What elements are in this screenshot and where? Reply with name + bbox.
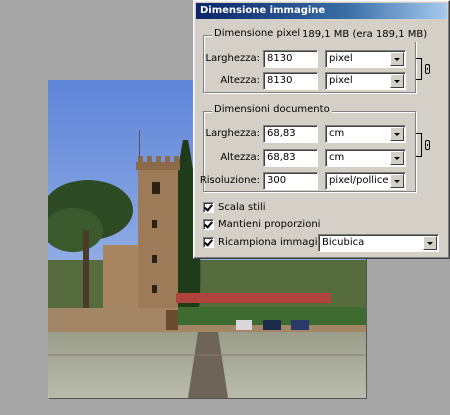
doc-width-unit-value: cm — [329, 128, 345, 139]
pixel-link-bracket — [416, 58, 422, 80]
pixel-width-label: Larghezza: — [205, 53, 260, 64]
resample-label: Ricampiona immagine: — [218, 237, 334, 248]
dialog-title[interactable]: Dimensione immagine — [196, 3, 447, 19]
doc-height-unit-select[interactable]: cm — [325, 149, 406, 167]
constrain-proportions-label: Mantieni proporzioni — [218, 219, 321, 230]
document-dimensions-label: Dimensioni documento — [212, 104, 332, 115]
pixel-width-input[interactable]: 8130 — [263, 50, 318, 68]
resample-method-select[interactable]: Bicubica — [318, 234, 439, 252]
chain-link-icon — [425, 64, 430, 74]
constrain-proportions-checkbox[interactable] — [203, 219, 214, 230]
pixel-dimensions-label: Dimensione pixel: — [212, 28, 306, 39]
resample-method-value: Bicubica — [322, 237, 365, 248]
pixel-height-unit-select[interactable]: pixel — [325, 72, 406, 90]
chevron-down-icon[interactable] — [390, 127, 404, 141]
pixel-height-label: Altezza: — [220, 75, 260, 86]
pixel-size-text: 189,1 MB (era 189,1 MB) — [300, 28, 430, 42]
resolution-unit-value: pixel/pollice — [329, 175, 389, 186]
chain-link-icon — [425, 140, 430, 150]
chevron-down-icon[interactable] — [390, 174, 404, 188]
pixel-width-unit-select[interactable]: pixel — [325, 50, 406, 68]
scale-styles-checkbox[interactable] — [203, 202, 214, 213]
pixel-width-unit-value: pixel — [329, 53, 353, 64]
scale-styles-label: Scala stili — [218, 202, 266, 213]
image-size-dialog: Dimensione immagine Dimensione pixel: 18… — [193, 0, 450, 259]
resolution-input[interactable]: 300 — [263, 172, 318, 190]
chevron-down-icon[interactable] — [423, 236, 437, 250]
doc-height-unit-value: cm — [329, 152, 345, 163]
doc-height-input[interactable]: 68,83 — [263, 149, 318, 167]
pixel-height-input[interactable]: 8130 — [263, 72, 318, 90]
doc-width-unit-select[interactable]: cm — [325, 125, 406, 143]
chevron-down-icon[interactable] — [390, 52, 404, 66]
doc-width-input[interactable]: 68,83 — [263, 125, 318, 143]
resample-checkbox[interactable] — [203, 237, 214, 248]
chevron-down-icon[interactable] — [390, 74, 404, 88]
pixel-height-unit-value: pixel — [329, 75, 353, 86]
resolution-unit-select[interactable]: pixel/pollice — [325, 172, 406, 190]
doc-width-label: Larghezza: — [205, 128, 260, 139]
chevron-down-icon[interactable] — [390, 151, 404, 165]
document-link-bracket — [416, 133, 422, 157]
resolution-label: Risoluzione: — [199, 175, 260, 186]
doc-height-label: Altezza: — [220, 152, 260, 163]
